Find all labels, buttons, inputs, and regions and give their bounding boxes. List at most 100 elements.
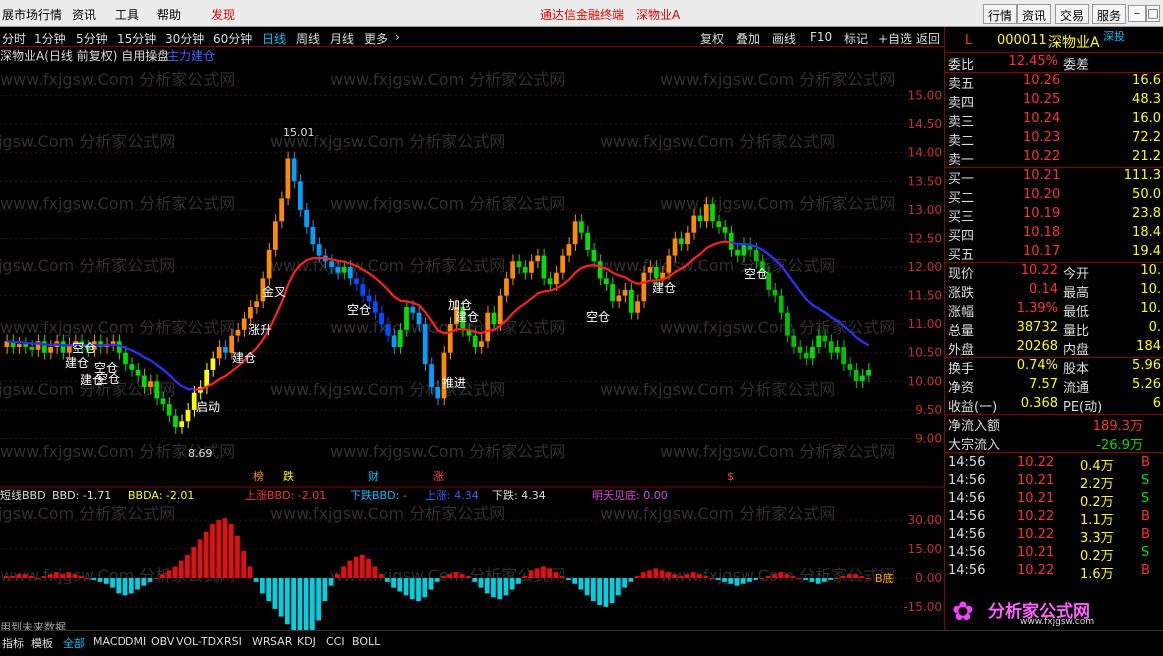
indicator-tab[interactable]: CCI [326, 635, 345, 648]
indicator-tab[interactable]: 全部 [63, 635, 85, 651]
indicator-tab[interactable]: BOLL [352, 635, 380, 648]
bbd-bar [809, 578, 815, 582]
f10-button[interactable]: F10 [810, 30, 832, 44]
down-bbd-value: 下跌BBD: - [350, 488, 407, 502]
trade-button[interactable]: 交易 [1055, 4, 1090, 24]
indicator-tab[interactable]: 指标 [2, 635, 24, 651]
bbd-bar [653, 568, 659, 578]
minimize-icon[interactable]: – [1128, 5, 1146, 22]
news-button[interactable]: 资讯 [1017, 4, 1052, 24]
indicator-tab[interactable]: RSI [224, 635, 242, 648]
bbd-bar [372, 566, 378, 578]
candle-body [166, 404, 172, 416]
price-tick: 11.50 [908, 289, 942, 303]
ask-label: 卖三 [948, 115, 975, 130]
menu-help[interactable]: 帮助 [157, 6, 181, 23]
period-fenshi[interactable]: 分时 [2, 30, 26, 47]
indicator-tab[interactable]: OBV [151, 635, 174, 648]
watermark-text: www.fxjgsw.Com 分析家公式网 [660, 70, 895, 89]
indicator-tab[interactable]: VOL-TDX [176, 635, 224, 648]
signal-label: 空仓 [96, 372, 120, 386]
candle-body [491, 312, 497, 325]
indicator-tab[interactable]: WR [252, 635, 271, 648]
service-button[interactable]: 服务 [1092, 4, 1127, 24]
flow-label: 净流入额 [948, 419, 1001, 434]
indicator-tab[interactable]: MACD [93, 635, 126, 648]
quote-button[interactable]: 行情 [983, 4, 1018, 24]
draw-button[interactable]: 画线 [772, 30, 796, 47]
indicator-tab[interactable]: 模板 [31, 635, 53, 651]
signal-label: 推进 [442, 376, 466, 390]
bbd-bar [172, 566, 178, 578]
bbd-bar [391, 578, 396, 588]
stat-value: 6 [1152, 396, 1161, 411]
bbd-bar [128, 578, 134, 594]
ask-vol: 16.6 [1132, 73, 1161, 88]
stat-label: 量比 [1063, 324, 1090, 339]
flow-row: 大宗流入 -26.9万 [945, 433, 1163, 453]
bbd-bar [147, 578, 153, 582]
bbd-bar [428, 578, 434, 590]
row-label: 委比 [948, 58, 975, 73]
candle-body [803, 352, 809, 359]
back-button[interactable]: 返回 [916, 30, 940, 47]
period-60min[interactable]: 60分钟 [213, 30, 252, 47]
period-week[interactable]: 周线 [296, 30, 320, 47]
price-tick: 9.50 [915, 403, 942, 417]
indicator-title: 短线BBD [0, 488, 46, 502]
add-watch-button[interactable]: +自选 [878, 30, 912, 47]
bbd-bar [303, 578, 309, 630]
indicator-tab[interactable]: DMI [125, 635, 146, 648]
tick-cell: B [1141, 509, 1150, 524]
bbd-bar [185, 554, 190, 578]
price-tick: 13.50 [908, 174, 942, 188]
candle-body [672, 238, 678, 256]
bid-vol: 50.0 [1132, 187, 1161, 202]
candle-body [266, 249, 272, 279]
indicator-tab[interactable]: KDJ [297, 635, 316, 648]
period-5min[interactable]: 5分钟 [76, 30, 108, 47]
menu-market[interactable]: 展市场行情 [2, 6, 62, 23]
bbd-bar [541, 566, 546, 578]
event-marker: 财 [368, 469, 379, 483]
period-15min[interactable]: 15分钟 [117, 30, 156, 47]
watermark-text: www.fxjgsw.Com 分析家公式网 [330, 442, 565, 461]
menu-discover[interactable]: 发现 [211, 6, 235, 23]
candle-body [16, 344, 22, 347]
kline-chart[interactable]: 分时 1分钟 5分钟 15分钟 30分钟 60分钟 日线 周线 月线 更多 › … [0, 27, 945, 630]
candle-body [141, 375, 147, 387]
restore-icon[interactable]: □ [1146, 5, 1160, 22]
menu-tools[interactable]: 工具 [115, 6, 139, 23]
bbd-bar [790, 576, 796, 578]
period-month[interactable]: 月线 [330, 30, 354, 47]
watermark-text: www.fxjgsw.Com 分析家公式网 [330, 70, 565, 89]
indicator-tab-bar: 指标 模板 全部 MACD DMI OBV VOL-TDX RSI WR SAR KDJ CCI BOL… [0, 630, 1163, 656]
bbd-bar [547, 568, 553, 578]
candle-body [366, 295, 372, 302]
period-more[interactable]: 更多 [364, 30, 388, 47]
period-1min[interactable]: 1分钟 [34, 30, 66, 47]
candle-body [860, 375, 865, 382]
period-30min[interactable]: 30分钟 [165, 30, 204, 47]
stat-label: 涨幅 [948, 305, 975, 320]
bbd-bar [847, 574, 852, 578]
tick-row: 14:56 10.22 1.1万 B [945, 508, 1163, 528]
candle-body [635, 301, 640, 313]
stat-value: 0.368 [1020, 396, 1058, 411]
row-label2: 委差 [1063, 58, 1090, 73]
price-tick: 15.00 [908, 89, 942, 103]
mark-button[interactable]: 标记 [844, 30, 868, 47]
period-day[interactable]: 日线 [262, 30, 286, 47]
indicator-tab[interactable]: SAR [270, 635, 292, 648]
bid-label: 买一 [948, 172, 975, 187]
candle-body [60, 341, 66, 353]
stat-value: 38732 [1016, 320, 1058, 335]
chevron-right-icon[interactable]: › [395, 30, 400, 44]
overlay-button[interactable]: 叠加 [736, 30, 760, 47]
tick-cell: 14:56 [948, 473, 986, 488]
fuquan-button[interactable]: 复权 [700, 30, 724, 47]
flow-row: 净流入额 189.3万 [945, 414, 1163, 434]
bbd-bar [797, 578, 802, 579]
menu-news[interactable]: 资讯 [72, 6, 96, 23]
bbd-bar [41, 576, 47, 578]
